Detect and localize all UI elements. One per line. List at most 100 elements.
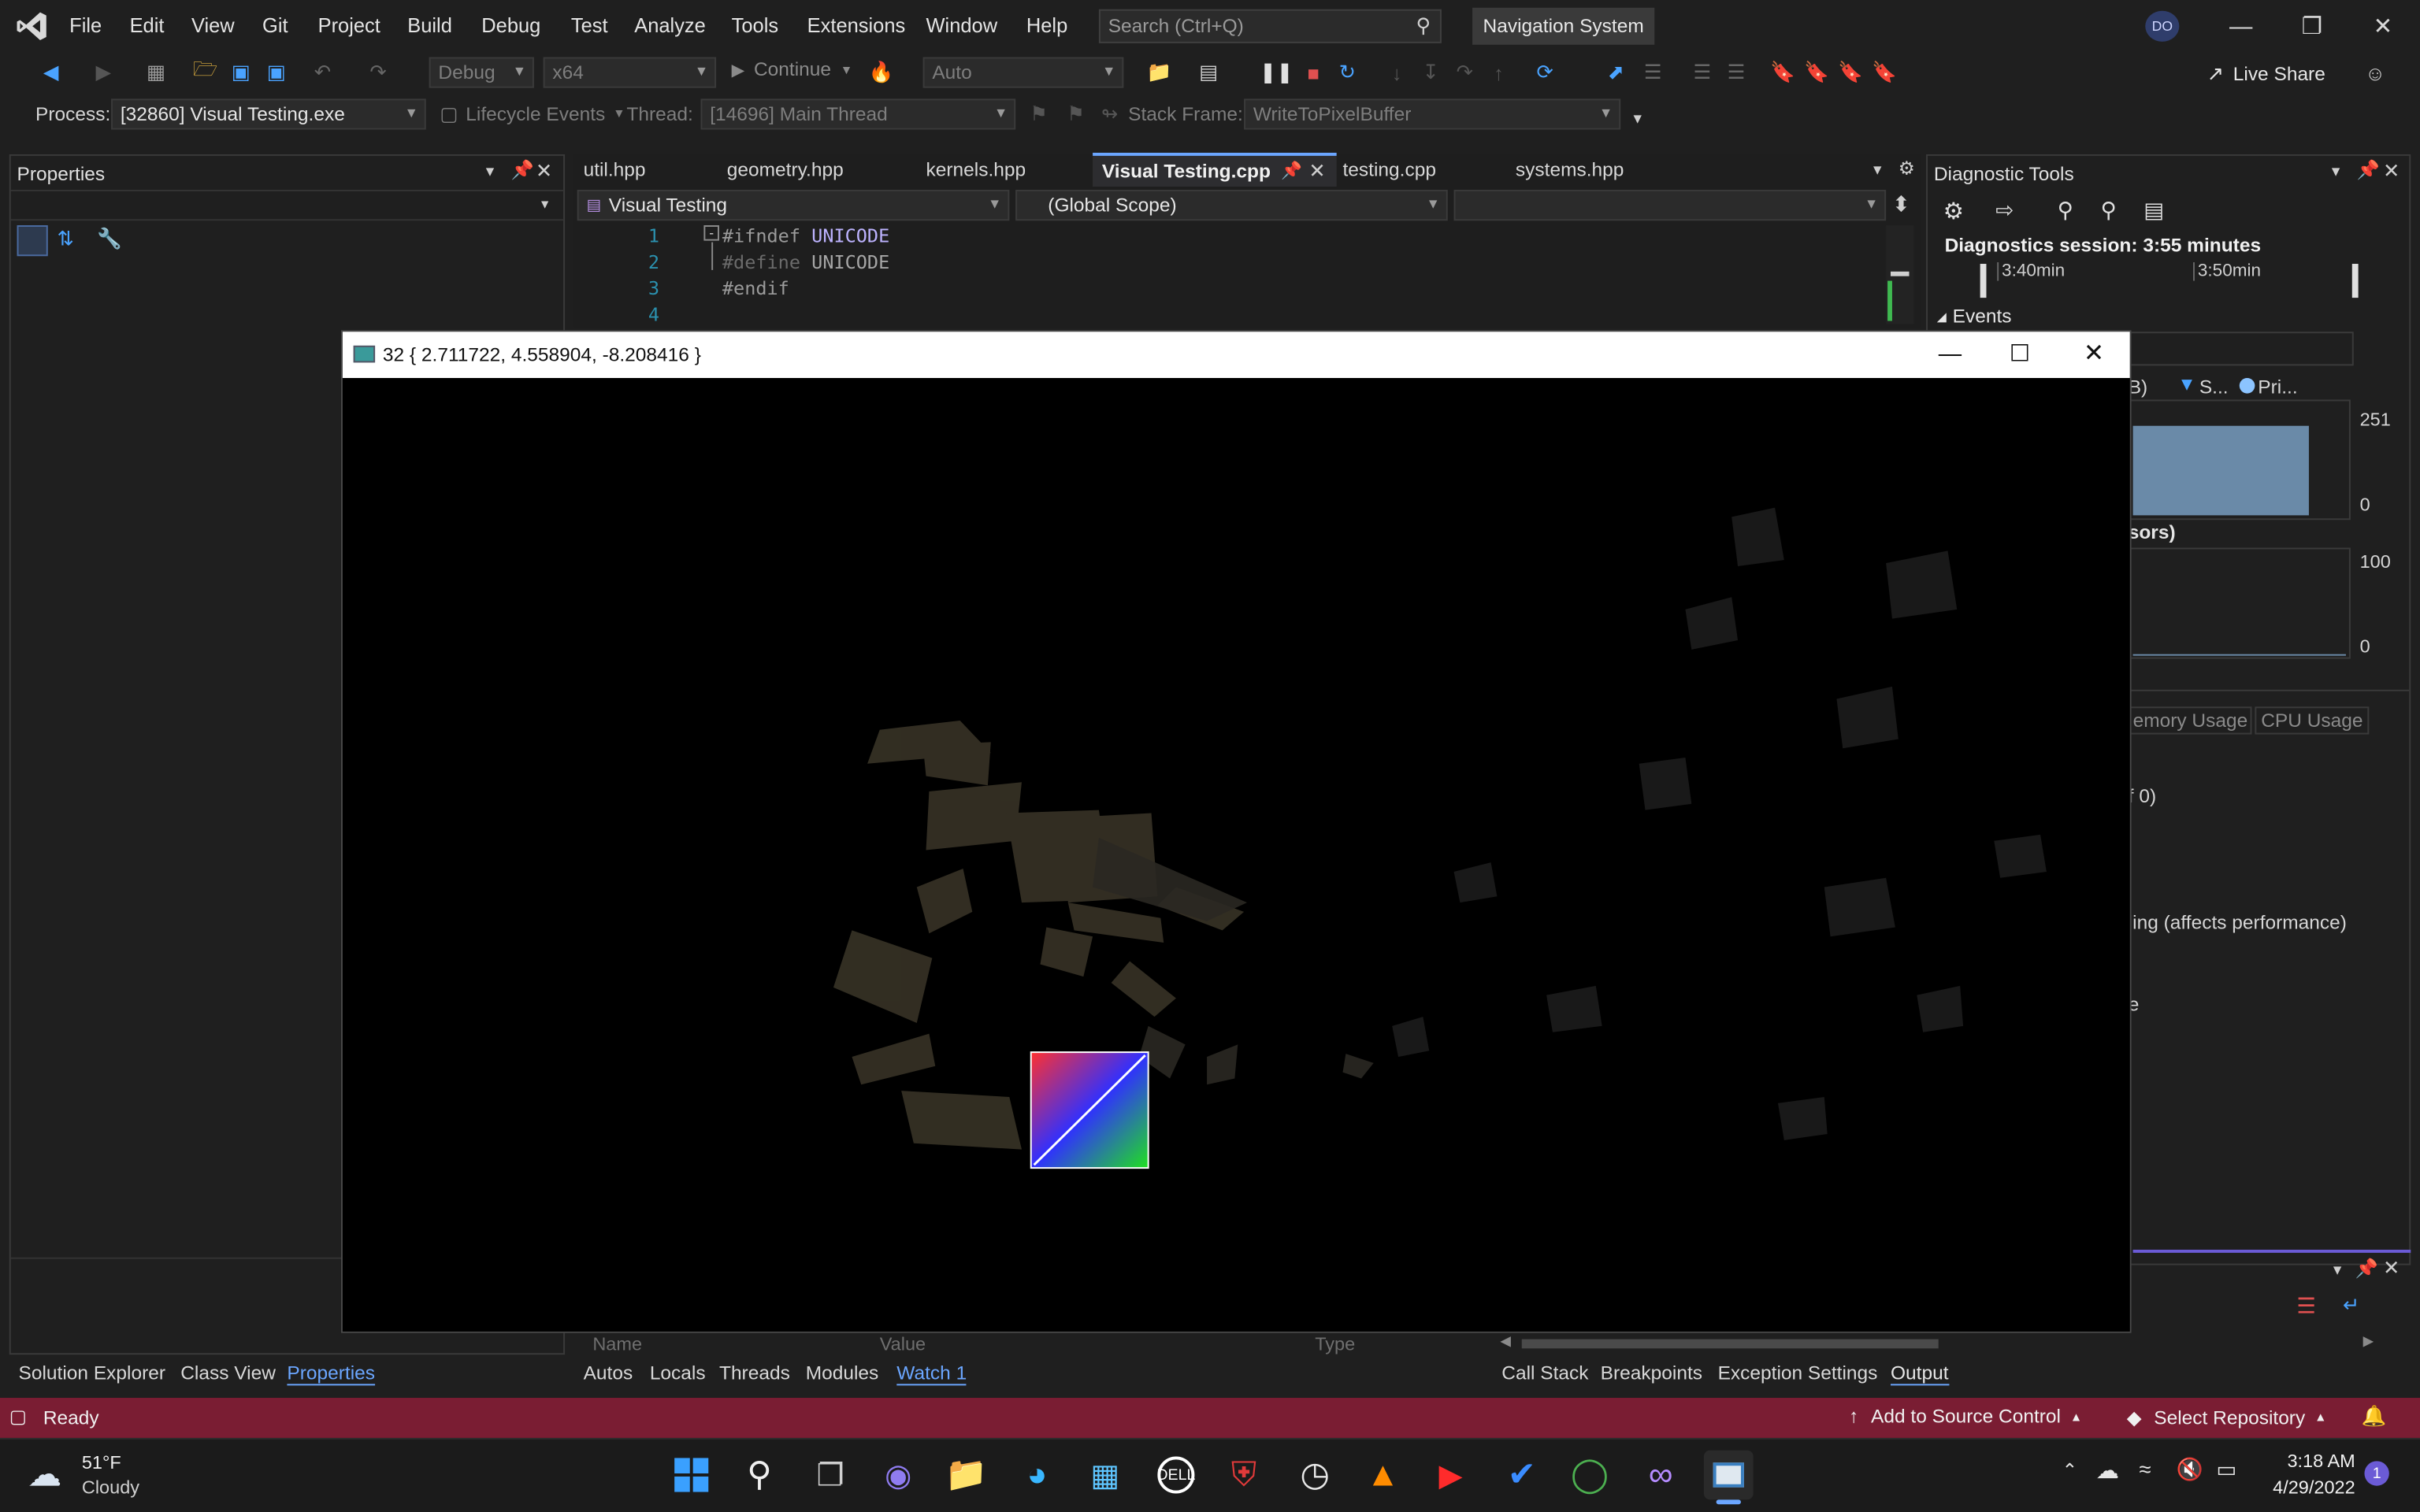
menu-extensions[interactable]: Extensions bbox=[807, 14, 906, 37]
memory-chart[interactable] bbox=[2128, 399, 2351, 521]
todo-icon[interactable]: ✔ bbox=[1497, 1451, 1546, 1500]
lifecycle-events-button[interactable]: ▢ Lifecycle Events ▼ bbox=[440, 102, 625, 124]
app-window-titlebar[interactable]: 32 { 2.711722, 4.558904, -8.208416 } — ☐… bbox=[342, 332, 2130, 379]
scroll-left-icon[interactable]: ◀ bbox=[1500, 1333, 1511, 1351]
bookmark-icon[interactable]: 🔖 bbox=[1769, 58, 1796, 86]
menu-view[interactable]: View bbox=[191, 14, 235, 37]
menu-file[interactable]: File bbox=[69, 14, 102, 37]
tab-modules[interactable]: Modules bbox=[806, 1362, 879, 1384]
comment-icon[interactable]: ☰ bbox=[1688, 58, 1716, 86]
tab-autos[interactable]: Autos bbox=[584, 1362, 633, 1384]
windows-start-icon[interactable] bbox=[666, 1451, 716, 1500]
menu-tools[interactable]: Tools bbox=[732, 14, 778, 37]
settings-gear-icon[interactable]: ⚙ bbox=[1899, 158, 1915, 179]
pause-icon[interactable]: ❚❚ bbox=[1260, 58, 1294, 86]
live-share-button[interactable]: ↗ Live Share bbox=[2207, 61, 2325, 86]
tab-watch-1[interactable]: Watch 1 bbox=[896, 1362, 967, 1386]
timeline-handle[interactable] bbox=[2351, 264, 2359, 298]
tab-class-view[interactable]: Class View bbox=[180, 1362, 276, 1384]
flag-icon[interactable]: ⚑ bbox=[1025, 100, 1052, 128]
chart-icon[interactable]: ▤ bbox=[2143, 198, 2164, 224]
feedback-icon[interactable]: ☺ bbox=[2362, 58, 2389, 86]
panel-menu-icon[interactable]: ▼ bbox=[2329, 164, 2342, 180]
app-window[interactable]: 32 { 2.711722, 4.558904, -8.208416 } — ☐… bbox=[340, 330, 2132, 1333]
clock-icon[interactable]: ◷ bbox=[1290, 1451, 1340, 1500]
tab-systems-hpp[interactable]: systems.hpp bbox=[1516, 159, 1624, 180]
open-file-icon[interactable]: 📁 bbox=[1145, 58, 1173, 86]
youtube-music-icon[interactable]: ▶ bbox=[1426, 1451, 1475, 1500]
restore-icon[interactable]: ❐ bbox=[2293, 9, 2330, 43]
member-dropdown[interactable]: ▼ bbox=[1453, 189, 1887, 221]
teams-chat-icon[interactable]: ◉ bbox=[874, 1451, 923, 1500]
open-folder-icon[interactable]: 🗁 bbox=[191, 57, 219, 86]
add-to-source-control-button[interactable]: ↑ Add to Source Control ▲ bbox=[1849, 1406, 2082, 1427]
cpu-chart[interactable] bbox=[2128, 547, 2351, 659]
search-box[interactable]: Search (Ctrl+Q) ⚲ bbox=[1098, 9, 1442, 43]
search-icon[interactable]: ⚲ bbox=[735, 1451, 785, 1500]
clock-date[interactable]: 4/29/2022 bbox=[2250, 1477, 2355, 1498]
visual-studio-icon[interactable]: ∞ bbox=[1636, 1451, 1686, 1500]
select-repository-button[interactable]: ◆ Select Repository ▲ bbox=[2127, 1406, 2327, 1429]
file-explorer-icon[interactable]: 📁 bbox=[941, 1451, 991, 1500]
battery-icon[interactable]: ▭ bbox=[2216, 1456, 2236, 1482]
object-selector[interactable]: ▼ bbox=[10, 189, 564, 221]
timeline-handle[interactable] bbox=[1980, 264, 1987, 298]
panel-menu-icon[interactable]: ▼ bbox=[2330, 1262, 2344, 1278]
tab-exception-settings[interactable]: Exception Settings bbox=[1718, 1362, 1878, 1384]
minimize-icon[interactable]: — bbox=[2222, 9, 2259, 43]
vlc-icon[interactable]: ▲ bbox=[1358, 1451, 1408, 1500]
profiling-row-partial[interactable]: ling (affects performance) bbox=[2129, 912, 2347, 933]
hot-reload-icon[interactable]: 🔥 bbox=[867, 58, 895, 86]
tab-locals[interactable]: Locals bbox=[650, 1362, 706, 1384]
undo-icon[interactable]: ↶ bbox=[309, 58, 336, 86]
panel-menu-icon[interactable]: ▼ bbox=[483, 164, 496, 180]
pin-icon[interactable]: 📌 bbox=[1281, 161, 1302, 181]
render-canvas[interactable] bbox=[342, 378, 2130, 1332]
tab-geometry-hpp[interactable]: geometry.hpp bbox=[727, 159, 844, 180]
panel-close-icon[interactable]: ✕ bbox=[2383, 1256, 2400, 1280]
menu-help[interactable]: Help bbox=[1026, 14, 1067, 37]
panel-close-icon[interactable]: ✕ bbox=[2383, 159, 2400, 183]
onedrive-icon[interactable]: ☁ bbox=[2096, 1456, 2119, 1484]
code-line-2[interactable]: #define UNICODE bbox=[722, 251, 889, 272]
menu-build[interactable]: Build bbox=[407, 14, 452, 37]
clear-bookmarks-icon[interactable]: 🔖 bbox=[1871, 58, 1899, 86]
notification-badge[interactable]: 1 bbox=[2364, 1461, 2389, 1486]
visual-testing-taskbar-icon[interactable] bbox=[1703, 1450, 1754, 1500]
dell-icon[interactable]: DELL bbox=[1152, 1451, 1201, 1500]
chevron-up-icon[interactable]: ⌃ bbox=[2062, 1459, 2077, 1480]
expand-callstack-icon[interactable]: ↬ bbox=[1096, 100, 1123, 128]
menu-project[interactable]: Project bbox=[318, 14, 380, 37]
editor-scrollbar[interactable] bbox=[1886, 225, 1914, 324]
volume-muted-icon[interactable]: 🔇 bbox=[2176, 1456, 2203, 1482]
notifications-bell-icon[interactable]: 🔔 bbox=[2362, 1404, 2387, 1429]
close-icon[interactable]: ✕ bbox=[2364, 9, 2401, 43]
tab-util-hpp[interactable]: util.hpp bbox=[584, 159, 646, 180]
close-icon[interactable]: ✕ bbox=[2084, 338, 2104, 369]
pin-icon[interactable]: 📌 bbox=[510, 159, 533, 180]
pin-icon[interactable]: 📌 bbox=[2355, 1258, 2378, 1279]
wifi-icon[interactable]: ≈ bbox=[2139, 1456, 2151, 1480]
project-dropdown[interactable]: ▤ Visual Testing ▼ bbox=[577, 189, 1010, 221]
code-line-1[interactable]: #ifndef UNICODE bbox=[722, 225, 889, 246]
minimize-icon[interactable]: — bbox=[1939, 341, 1962, 367]
tab-list-icon[interactable]: ▼ bbox=[1871, 162, 1884, 178]
stack-frame-dropdown[interactable]: WriteToPixelBuffer ▼ bbox=[1244, 98, 1621, 130]
output-scrollbar[interactable]: ◀ ▶ bbox=[1500, 1333, 2374, 1354]
panel-close-icon[interactable]: ✕ bbox=[536, 159, 552, 183]
categorized-icon[interactable] bbox=[17, 225, 48, 257]
code-line-3[interactable]: #endif bbox=[722, 278, 789, 299]
step-over-icon[interactable]: ↧ bbox=[1417, 58, 1445, 86]
new-item-icon[interactable]: ▦ bbox=[142, 58, 169, 86]
stop-icon[interactable]: ■ bbox=[1300, 58, 1327, 86]
menu-window[interactable]: Window bbox=[926, 14, 998, 37]
pointer-icon[interactable]: ⬈ bbox=[1602, 58, 1630, 86]
save-all-icon[interactable]: ▣ bbox=[262, 58, 290, 86]
scroll-thumb[interactable] bbox=[1521, 1339, 1939, 1349]
settings-icon[interactable]: ⚙ bbox=[1943, 198, 1964, 225]
menu-debug[interactable]: Debug bbox=[481, 14, 540, 37]
tab-cpu-usage[interactable]: CPU Usage bbox=[2255, 706, 2370, 735]
tab-output[interactable]: Output bbox=[1891, 1362, 1949, 1386]
events-section[interactable]: ◢ Events bbox=[1937, 306, 2012, 327]
step-out-icon[interactable]: ↑ bbox=[1485, 58, 1512, 86]
